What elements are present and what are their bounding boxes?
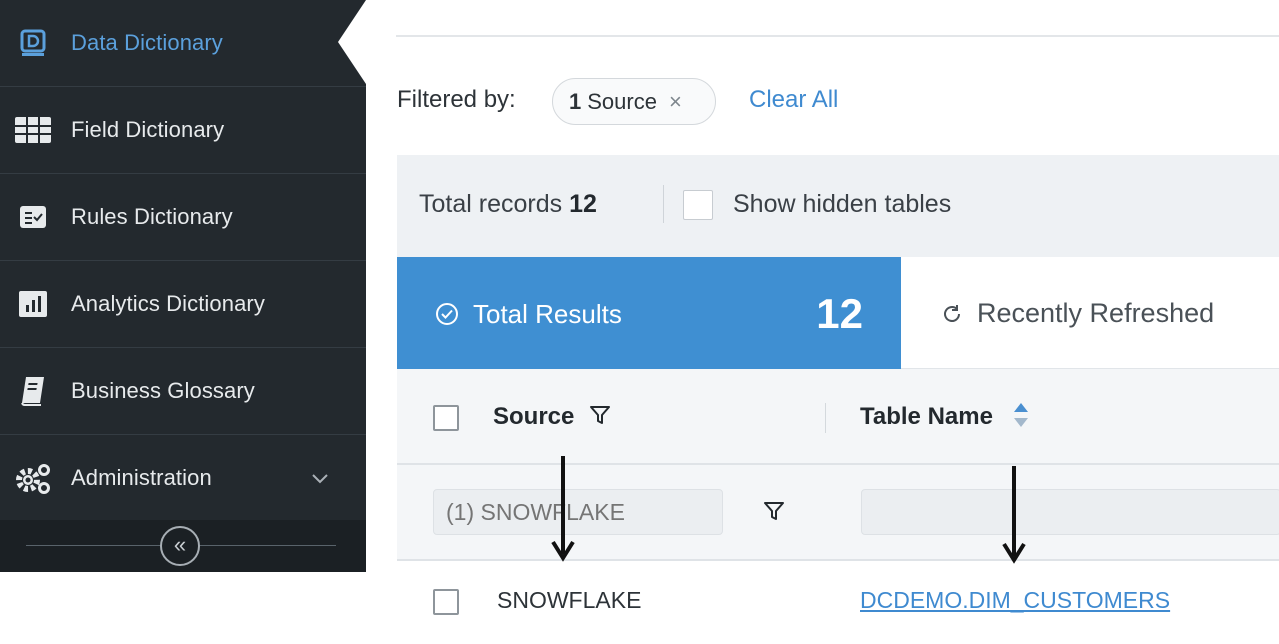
- records-bar: Total records 12 Show hidden tables: [397, 155, 1279, 257]
- chevron-down-icon[interactable]: [310, 468, 330, 488]
- total-records-count: 12: [569, 190, 597, 218]
- sidebar-item-data-dictionary[interactable]: Data Dictionary: [0, 0, 366, 87]
- sidebar-item-rules-dictionary[interactable]: Rules Dictionary: [0, 174, 366, 261]
- sort-icon[interactable]: [1011, 401, 1031, 429]
- sidebar: Data Dictionary Field Dictionary Rules D…: [0, 0, 366, 644]
- table-row[interactable]: SNOWFLAKE DCDEMO.DIM_CUSTOMERS: [397, 561, 1279, 644]
- main-content: Filtered by: 1 Source × Clear All Total …: [366, 0, 1279, 644]
- tab-total-results-label: Total Results: [473, 299, 622, 329]
- annotation-arrow: [551, 456, 575, 562]
- sidebar-item-label: Rules Dictionary: [71, 204, 233, 229]
- cell-source: SNOWFLAKE: [497, 587, 642, 613]
- divider: [396, 35, 1279, 37]
- sidebar-item-label: Business Glossary: [71, 378, 255, 403]
- divider: [663, 185, 664, 223]
- collapse-sidebar-button[interactable]: «: [160, 526, 200, 566]
- close-icon[interactable]: ×: [669, 89, 682, 115]
- gears-icon: [14, 459, 52, 497]
- column-divider: [825, 403, 826, 433]
- sidebar-item-field-dictionary[interactable]: Field Dictionary: [0, 87, 366, 174]
- active-indicator: [338, 0, 366, 84]
- filter-icon[interactable]: [589, 404, 613, 428]
- total-records-label: Total records 12: [419, 190, 597, 219]
- tab-recently-refreshed[interactable]: Recently Refreshed: [901, 257, 1279, 369]
- analytics-dictionary-icon: [14, 285, 52, 323]
- sidebar-item-label: Field Dictionary: [71, 117, 225, 142]
- filter-chip-count: 1: [569, 88, 582, 114]
- total-records-text: Total records: [419, 190, 563, 218]
- sidebar-item-label: Data Dictionary: [71, 30, 223, 55]
- double-chevron-left-icon: «: [173, 531, 187, 557]
- tab-total-results[interactable]: Total Results 12: [397, 257, 901, 369]
- filter-icon[interactable]: [763, 500, 787, 524]
- tab-recently-refreshed-label: Recently Refreshed: [977, 298, 1215, 328]
- business-glossary-icon: [14, 372, 52, 410]
- annotation-arrow: [1002, 466, 1026, 564]
- table-header-row: Source Table Name: [397, 369, 1279, 465]
- row-checkbox[interactable]: [433, 589, 459, 615]
- sidebar-menu: Data Dictionary Field Dictionary Rules D…: [0, 0, 366, 572]
- clear-all-link[interactable]: Clear All: [749, 86, 838, 114]
- select-all-checkbox[interactable]: [433, 405, 459, 431]
- field-dictionary-icon: [14, 111, 52, 149]
- column-header-source[interactable]: Source: [493, 403, 574, 431]
- check-circle-icon: [435, 302, 459, 326]
- sidebar-item-label: Analytics Dictionary: [71, 291, 265, 316]
- filtered-by-label: Filtered by:: [397, 86, 516, 113]
- sidebar-item-analytics-dictionary[interactable]: Analytics Dictionary: [0, 261, 366, 348]
- sidebar-item-business-glossary[interactable]: Business Glossary: [0, 348, 366, 435]
- show-hidden-tables-checkbox[interactable]: [683, 190, 713, 220]
- data-dictionary-icon: [14, 24, 52, 62]
- sidebar-item-label: Administration: [71, 465, 212, 490]
- cell-table-name-link[interactable]: DCDEMO.DIM_CUSTOMERS: [860, 587, 1170, 614]
- table-filter-row: [397, 465, 1279, 561]
- tab-total-results-count: 12: [816, 290, 863, 337]
- app-root: Data Dictionary Field Dictionary Rules D…: [0, 0, 1279, 644]
- show-hidden-tables-label: Show hidden tables: [733, 190, 952, 218]
- table-name-filter-input[interactable]: [861, 489, 1279, 535]
- rules-dictionary-icon: [14, 198, 52, 236]
- filter-chip-source[interactable]: 1 Source ×: [552, 78, 716, 125]
- column-header-table-name[interactable]: Table Name: [860, 403, 993, 431]
- source-filter-input[interactable]: [433, 489, 723, 535]
- sidebar-item-administration[interactable]: Administration: [0, 435, 366, 522]
- filter-chip-label: Source: [587, 88, 657, 114]
- refresh-icon: [941, 303, 963, 325]
